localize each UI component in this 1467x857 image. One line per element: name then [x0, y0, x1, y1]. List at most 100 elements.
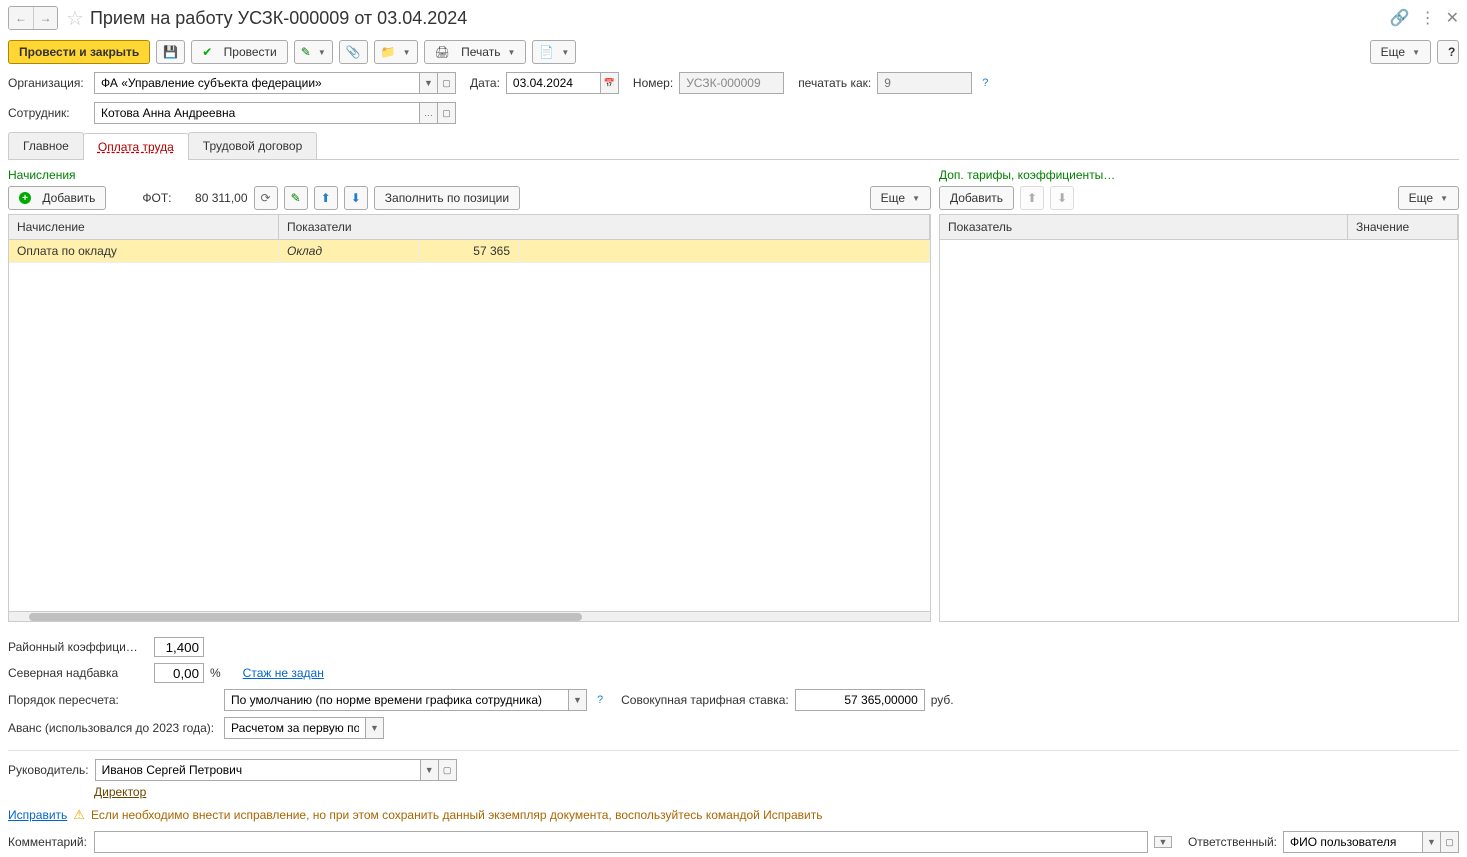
coeffs-add-button[interactable]: Добавить [939, 186, 1014, 210]
resp-open-button[interactable]: ▢ [1441, 831, 1459, 853]
move-down-button[interactable]: ⬇ [344, 186, 368, 210]
col-accrual[interactable]: Начисление [9, 215, 279, 239]
extra-button[interactable]: 📄 [532, 40, 576, 64]
fill-by-position-button[interactable]: Заполнить по позиции [374, 186, 520, 210]
kebab-menu-icon[interactable]: ⋮ [1420, 8, 1436, 28]
recalc-help-icon[interactable]: ? [597, 694, 603, 706]
org-dropdown-button[interactable]: ▼ [420, 72, 438, 94]
date-input[interactable] [506, 72, 601, 94]
north-pct: % [210, 666, 221, 680]
print-icon: 🖨 [435, 45, 450, 59]
emp-ellipsis-button[interactable]: … [420, 102, 438, 124]
manager-position-link[interactable]: Директор [94, 785, 146, 799]
link-icon[interactable]: 🔗 [1390, 8, 1410, 28]
advance-dropdown-button[interactable]: ▼ [366, 717, 384, 739]
date-label: Дата: [470, 76, 500, 90]
arrow-up-icon: ⬆ [321, 191, 331, 205]
tab-contract[interactable]: Трудовой договор [188, 132, 317, 159]
coeffs-down-button[interactable]: ⬇ [1050, 186, 1074, 210]
resp-dropdown-button[interactable]: ▼ [1423, 831, 1441, 853]
arrow-down-icon: ⬇ [351, 191, 361, 205]
help-button[interactable]: ? [1437, 40, 1459, 64]
tab-pay[interactable]: Оплата труда [83, 133, 189, 160]
refresh-button[interactable]: ⟳ [254, 186, 278, 210]
org-open-button[interactable]: ▢ [438, 72, 456, 94]
close-icon[interactable]: ✕ [1446, 8, 1459, 28]
org-label: Организация: [8, 76, 88, 90]
coeffs-grid[interactable]: Показатель Значение [939, 214, 1459, 622]
calendar-button[interactable]: 📅 [601, 72, 619, 94]
accruals-grid[interactable]: Начисление Показатели Оплата по окладу О… [8, 214, 931, 622]
save-button[interactable]: 💾 [156, 40, 185, 64]
printas-help-icon[interactable]: ? [982, 77, 988, 89]
edit-row-button[interactable]: ✎ [284, 186, 308, 210]
emp-label: Сотрудник: [8, 106, 88, 120]
resp-input[interactable] [1283, 831, 1423, 853]
fix-link[interactable]: Исправить [8, 808, 67, 822]
nav-buttons: ← → [8, 6, 58, 30]
favorite-star-icon[interactable]: ☆ [66, 6, 84, 31]
empty-cell [519, 240, 930, 262]
manager-dropdown-button[interactable]: ▼ [421, 759, 439, 781]
grid-scrollbar[interactable] [9, 611, 930, 621]
accruals-add-button[interactable]: + Добавить [8, 186, 106, 210]
coeffs-up-button[interactable]: ⬆ [1020, 186, 1044, 210]
recalc-dropdown-button[interactable]: ▼ [569, 689, 587, 711]
pencil-icon: ✎ [301, 45, 311, 59]
create-from-button[interactable]: 📁 [374, 40, 418, 64]
recalc-select[interactable] [224, 689, 569, 711]
accrual-name-cell: Оплата по окладу [9, 240, 279, 262]
arrow-up-icon: ⬆ [1027, 191, 1037, 205]
recalc-label: Порядок пересчета: [8, 693, 218, 707]
indicator-value-cell: 57 365 [419, 240, 519, 262]
edit-dropdown-button[interactable]: ✎ [294, 40, 333, 64]
comment-input[interactable] [94, 831, 1148, 853]
pencil-icon: ✎ [291, 191, 301, 205]
plus-icon: + [19, 192, 31, 204]
print-button[interactable]: 🖨 Печать [424, 40, 527, 64]
emp-open-button[interactable]: ▢ [438, 102, 456, 124]
check-icon: ✔ [202, 45, 212, 59]
arrow-down-icon: ⬇ [1057, 191, 1067, 205]
col-indicator[interactable]: Показатель [940, 215, 1348, 239]
tariff-unit: руб. [931, 693, 954, 707]
more-button[interactable]: Еще [1370, 40, 1431, 64]
manager-input[interactable] [95, 759, 421, 781]
folder-icon: 📁 [381, 45, 396, 59]
coeffs-more-button[interactable]: Еще [1398, 186, 1459, 210]
warning-icon: ⚠ [73, 807, 85, 823]
post-button[interactable]: ✔ Провести [191, 40, 288, 64]
north-input[interactable] [154, 663, 204, 683]
fot-label: ФОТ: [142, 191, 171, 205]
tariff-input[interactable] [795, 689, 925, 711]
col-indicators[interactable]: Показатели [279, 215, 930, 239]
manager-open-button[interactable]: ▢ [439, 759, 457, 781]
comment-label: Комментарий: [8, 835, 88, 849]
save-icon: 💾 [163, 45, 178, 59]
post-and-close-button[interactable]: Провести и закрыть [8, 40, 150, 64]
emp-input[interactable] [94, 102, 420, 124]
comment-dropdown-button[interactable]: ▼ [1154, 836, 1172, 848]
printas-input[interactable] [877, 72, 972, 94]
manager-label: Руководитель: [8, 763, 89, 777]
accruals-title: Начисления [8, 168, 931, 182]
attach-button[interactable]: 📎 [339, 40, 368, 64]
nav-forward-button[interactable]: → [33, 7, 57, 29]
advance-select[interactable] [224, 717, 366, 739]
printas-label: печатать как: [798, 76, 871, 90]
advance-label: Аванс (использовался до 2023 года): [8, 721, 218, 735]
stazh-link[interactable]: Стаж не задан [243, 666, 324, 680]
accruals-more-button[interactable]: Еще [870, 186, 931, 210]
move-up-button[interactable]: ⬆ [314, 186, 338, 210]
tariff-label: Совокупная тарифная ставка: [621, 693, 789, 707]
nav-back-button[interactable]: ← [9, 7, 33, 29]
col-value[interactable]: Значение [1348, 215, 1458, 239]
tab-main[interactable]: Главное [8, 132, 84, 159]
north-label: Северная надбавка [8, 666, 148, 680]
resp-label: Ответственный: [1188, 835, 1277, 849]
regcoeff-input[interactable] [154, 637, 204, 657]
num-input[interactable] [679, 72, 784, 94]
org-input[interactable] [94, 72, 420, 94]
paperclip-icon: 📎 [346, 45, 361, 59]
accrual-row[interactable]: Оплата по окладу Оклад 57 365 [9, 240, 930, 263]
